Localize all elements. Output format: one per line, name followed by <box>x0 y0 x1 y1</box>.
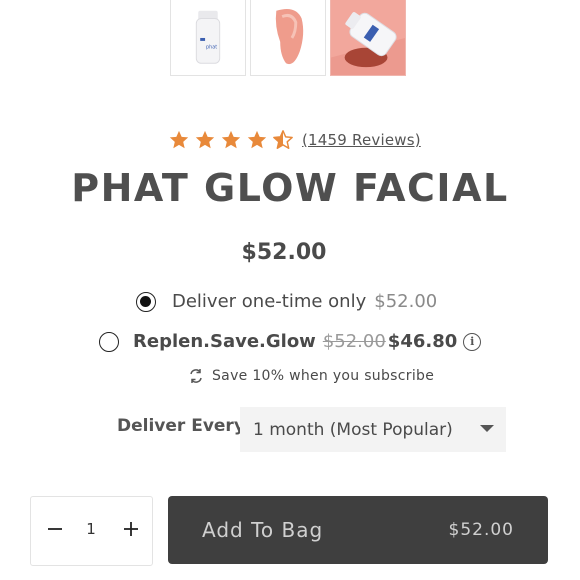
save-note: Save 10% when you subscribe <box>188 368 434 384</box>
thumbnail-bottle[interactable]: phat <box>170 0 246 76</box>
subscribe-label: Replen.Save.Glow <box>133 331 316 352</box>
delivery-frequency-value: 1 month (Most Popular) <box>253 419 453 440</box>
swatch-image <box>251 0 325 75</box>
thumbnail-lifestyle[interactable] <box>330 0 406 76</box>
star-icon <box>221 130 241 149</box>
refresh-icon <box>190 369 202 383</box>
bottle-image: phat <box>171 0 245 75</box>
quantity-stepper: 1 <box>30 496 153 566</box>
quantity-value[interactable]: 1 <box>79 520 103 538</box>
thumbnail-swatch[interactable] <box>250 0 326 76</box>
add-to-bag-label: Add To Bag <box>202 518 324 542</box>
chevron-down-icon <box>480 425 494 432</box>
option-subscribe[interactable]: Replen.Save.Glow $52.00 $46.80 i <box>99 331 482 352</box>
product-price: $52.00 <box>241 240 327 265</box>
info-icon[interactable]: i <box>463 332 482 351</box>
deliver-every-label: Deliver Every <box>117 416 245 436</box>
star-icon <box>195 130 215 149</box>
product-title: PHAT GLOW FACIAL <box>71 166 509 210</box>
plus-icon[interactable] <box>117 515 145 543</box>
bottle-lifestyle-image <box>331 0 405 75</box>
original-price: $52.00 <box>322 331 386 352</box>
bottle-label: phat <box>206 45 217 51</box>
option-one-time[interactable]: Deliver one-time only $52.00 <box>136 291 437 312</box>
rating-row: (1459 Reviews) <box>168 129 421 151</box>
half-star-icon <box>273 130 293 149</box>
one-time-label: Deliver one-time only <box>172 291 367 312</box>
minus-icon[interactable] <box>41 515 69 543</box>
star-icon <box>247 130 267 149</box>
radio-one-time[interactable] <box>136 291 156 312</box>
product-gallery: phat <box>170 0 406 76</box>
delivery-frequency-select[interactable]: 1 month (Most Popular) <box>240 407 506 452</box>
radio-subscribe[interactable] <box>99 331 119 352</box>
discount-price: $46.80 <box>387 331 458 352</box>
star-icon <box>169 130 189 149</box>
one-time-price: $52.00 <box>374 291 438 312</box>
add-to-bag-button[interactable]: Add To Bag $52.00 <box>168 496 548 564</box>
add-to-bag-price: $52.00 <box>448 520 514 540</box>
reviews-link[interactable]: (1459 Reviews) <box>302 131 421 149</box>
save-note-text: Save 10% when you subscribe <box>212 368 435 384</box>
